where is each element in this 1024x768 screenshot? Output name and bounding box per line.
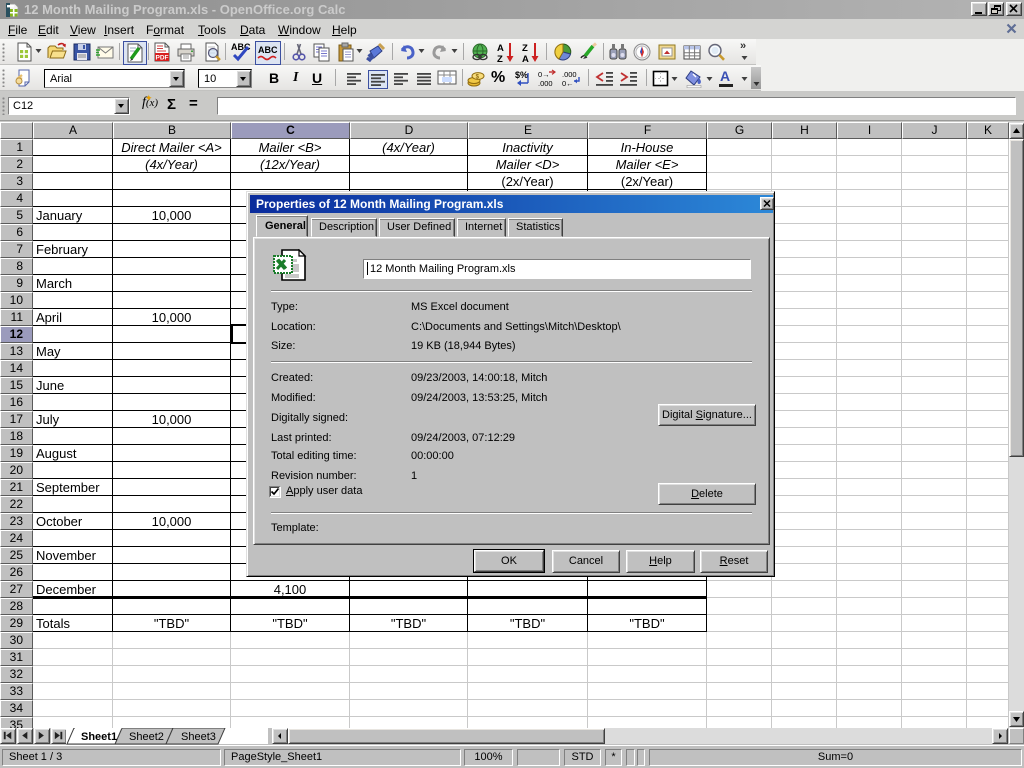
svg-text:PDF: PDF	[156, 55, 169, 62]
svg-text:Sheet1: Sheet1	[81, 731, 117, 743]
svg-text:A: A	[522, 54, 529, 64]
svg-text:0→: 0→	[538, 70, 550, 79]
svg-text:Z: Z	[497, 54, 503, 64]
svg-text:A: A	[497, 43, 504, 54]
svg-text:ABC: ABC	[258, 45, 278, 55]
svg-text:$%: $%	[515, 70, 528, 80]
svg-text:0←: 0←	[562, 79, 574, 88]
svg-text:Sheet3: Sheet3	[181, 731, 216, 743]
svg-text:.000: .000	[538, 79, 553, 88]
svg-text:Z: Z	[522, 43, 528, 54]
svg-text:.000: .000	[562, 70, 577, 79]
svg-text:Sheet2: Sheet2	[129, 731, 164, 743]
